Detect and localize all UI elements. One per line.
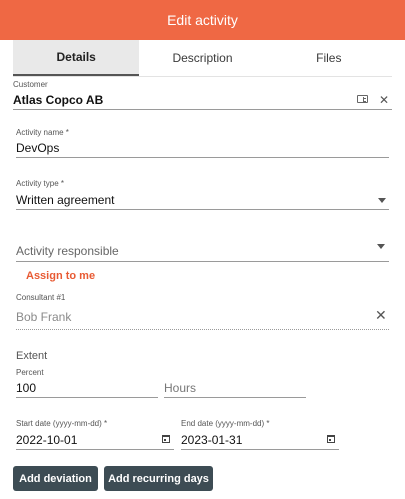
percent-label: Percent [16, 368, 44, 377]
assign-to-me-button[interactable]: Assign to me [26, 270, 95, 282]
calendar-icon[interactable] [162, 435, 170, 443]
tab-description[interactable]: Description [139, 40, 265, 76]
percent-input[interactable]: 100 [16, 381, 36, 395]
activity-type-label: Activity type * [16, 179, 65, 188]
tab-files[interactable]: Files [266, 40, 392, 76]
start-date-underline [16, 449, 174, 450]
dialog-header: Edit activity [0, 0, 405, 40]
activity-type-underline [16, 209, 389, 210]
close-icon[interactable]: ✕ [375, 308, 387, 322]
start-date-label: Start date (yyyy-mm-dd) * [16, 419, 108, 428]
activity-name-underline [16, 157, 389, 158]
end-date-input[interactable]: 2023-01-31 [181, 433, 242, 447]
add-recurring-days-button[interactable]: Add recurring days [104, 466, 213, 491]
customer-field[interactable]: Atlas Copco AB [13, 93, 103, 107]
activity-name-label: Activity name * [16, 128, 69, 137]
calendar-icon[interactable] [327, 435, 335, 443]
consultant-underline [16, 329, 389, 330]
add-deviation-button[interactable]: Add deviation [13, 466, 98, 491]
percent-underline [16, 397, 158, 398]
end-date-underline [181, 449, 339, 450]
activity-responsible-select[interactable]: Activity responsible [16, 244, 119, 258]
tab-details[interactable]: Details [13, 40, 140, 76]
tab-bar: Details Description Files [13, 40, 392, 77]
customer-label: Customer [13, 80, 48, 89]
start-date-input[interactable]: 2022-10-01 [16, 433, 77, 447]
consultant-field: Bob Frank [16, 310, 72, 324]
activity-responsible-underline [16, 261, 389, 262]
chevron-down-icon[interactable] [378, 198, 386, 203]
contact-card-icon[interactable] [357, 95, 368, 103]
hours-underline [164, 397, 306, 398]
consultant-label: Consultant #1 [16, 293, 66, 302]
chevron-down-icon[interactable] [377, 244, 385, 249]
close-icon[interactable]: ✕ [379, 94, 389, 106]
customer-underline [13, 109, 392, 110]
activity-type-select[interactable]: Written agreement [16, 193, 115, 207]
activity-name-input[interactable]: DevOps [16, 141, 59, 155]
hours-input[interactable]: Hours [164, 381, 196, 395]
dialog-title: Edit activity [167, 12, 238, 28]
end-date-label: End date (yyyy-mm-dd) * [181, 419, 270, 428]
extent-title: Extent [16, 350, 48, 362]
